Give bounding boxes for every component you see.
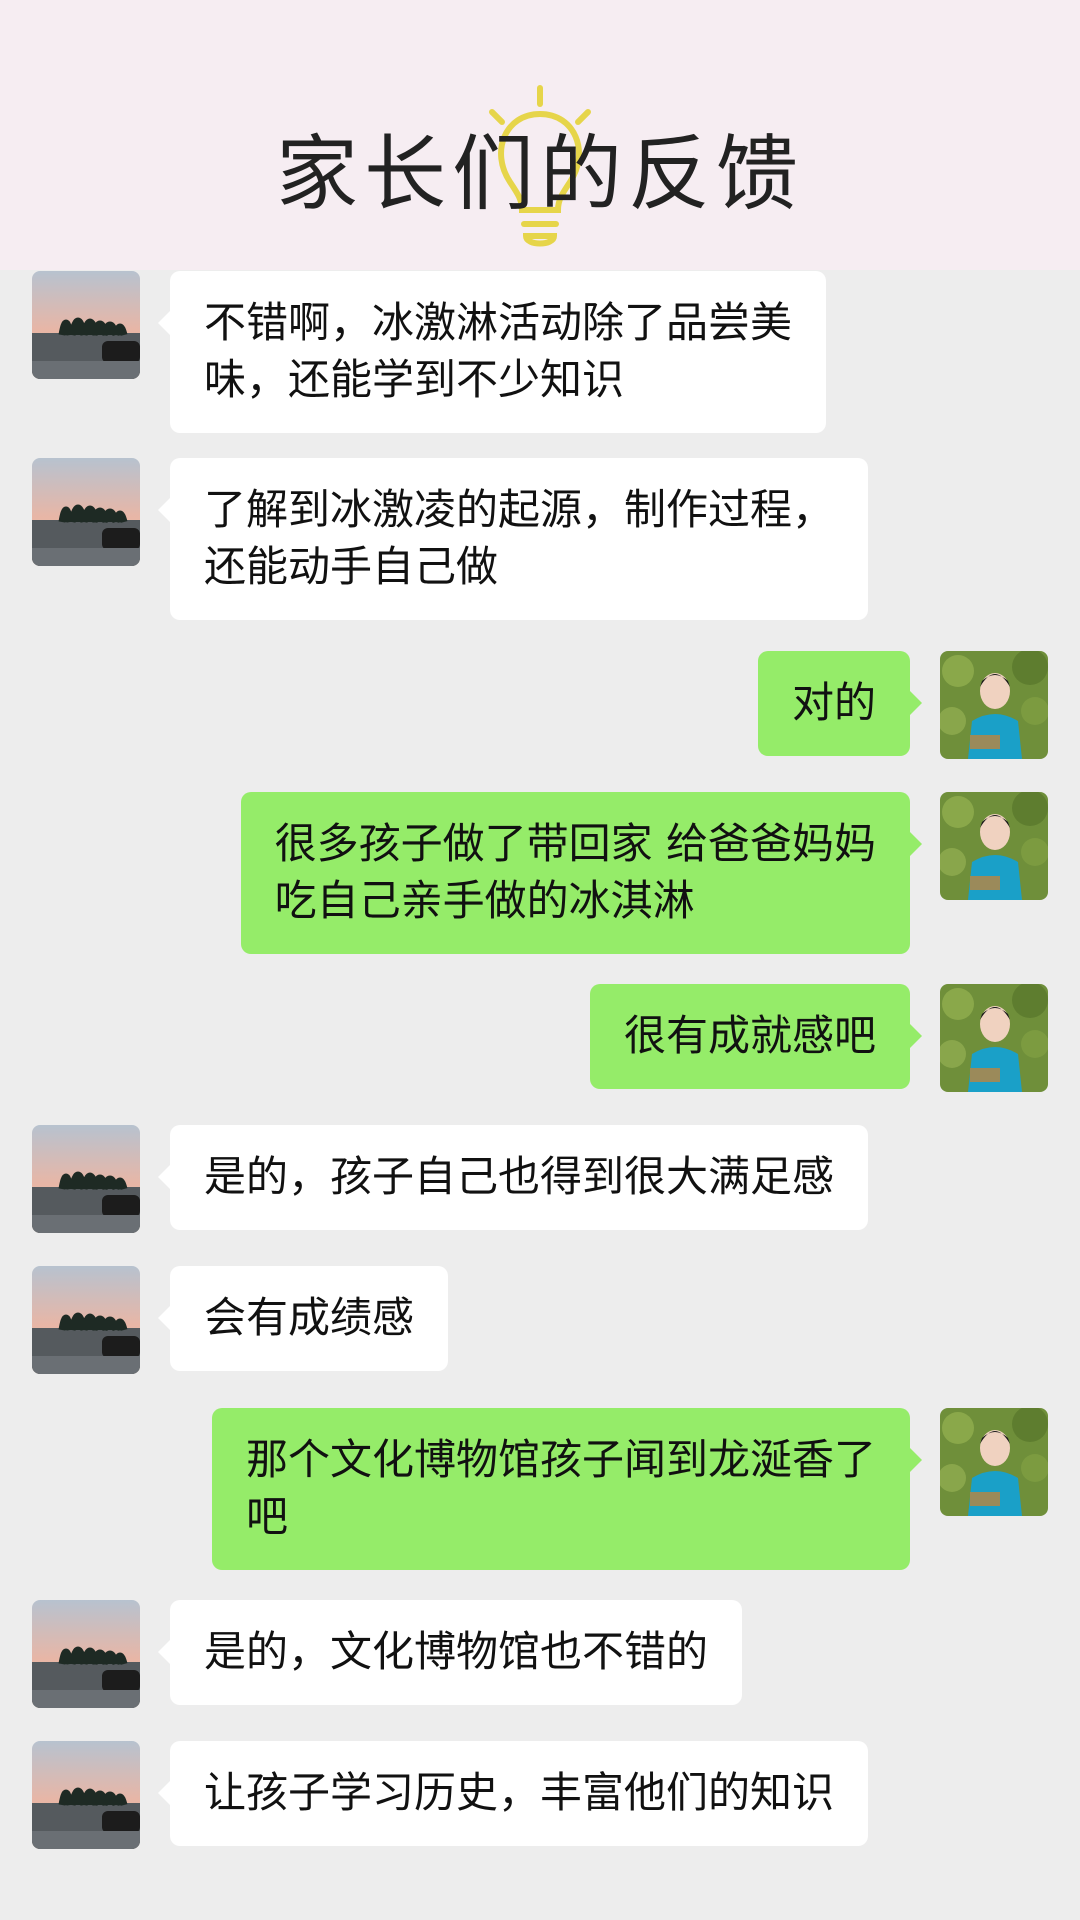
- message-bubble-incoming: 是的，文化博物馆也不错的: [157, 1600, 743, 1705]
- teacher-avatar[interactable]: [940, 792, 1048, 900]
- message-bubble-outgoing: 对的: [757, 651, 923, 756]
- teacher-avatar[interactable]: [940, 651, 1048, 759]
- message-bubble-incoming: 不错啊，冰激淋活动除了品尝美 味，还能学到不少知识: [157, 271, 827, 433]
- parent-avatar[interactable]: [32, 1741, 140, 1849]
- parent-avatar[interactable]: [32, 271, 140, 379]
- message-bubble-incoming: 是的，孩子自己也得到很大满足感: [157, 1125, 869, 1230]
- parent-avatar[interactable]: [32, 1266, 140, 1374]
- message-bubble-incoming: 让孩子学习历史，丰富他们的知识: [157, 1741, 869, 1846]
- message-bubble-incoming: 了解到冰激凌的起源，制作过程， 还能动手自己做: [157, 458, 869, 620]
- page-title: 家长们的反馈: [275, 127, 804, 222]
- message-bubble-outgoing: 很有成就感吧: [589, 984, 923, 1089]
- teacher-avatar[interactable]: [940, 1408, 1048, 1516]
- parent-avatar[interactable]: [32, 1125, 140, 1233]
- message-bubble-outgoing: 那个文化博物馆孩子闻到龙涎香了 吧: [211, 1408, 923, 1570]
- parent-avatar[interactable]: [32, 1600, 140, 1708]
- message-bubble-incoming: 会有成绩感: [157, 1266, 449, 1371]
- parent-avatar[interactable]: [32, 458, 140, 566]
- message-bubble-outgoing: 很多孩子做了带回家 给爸爸妈妈 吃自己亲手做的冰淇淋: [240, 792, 923, 954]
- teacher-avatar[interactable]: [940, 984, 1048, 1092]
- header-banner: 家长们的反馈: [0, 0, 1080, 270]
